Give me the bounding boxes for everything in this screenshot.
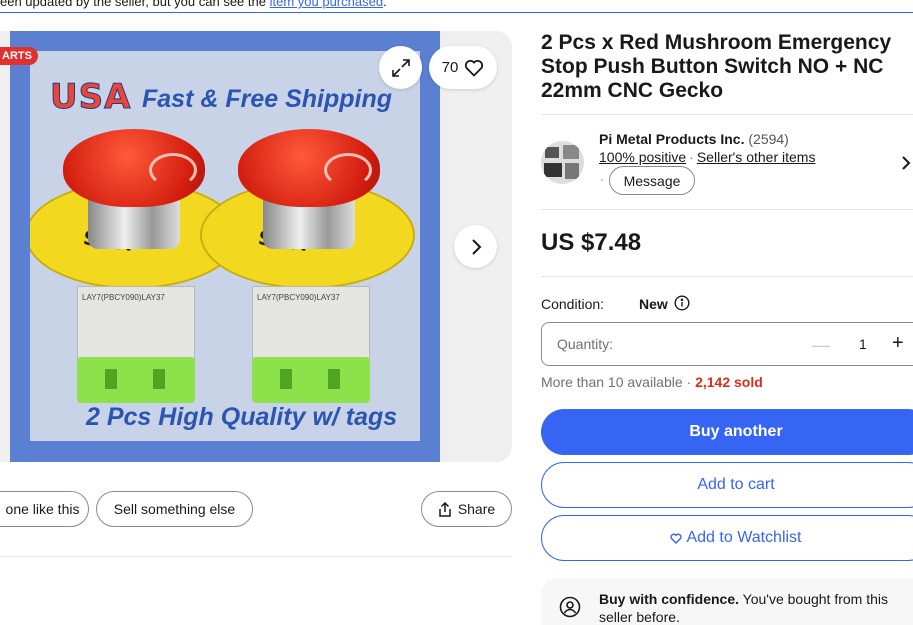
notice-text: een updated by the seller, but you can s… xyxy=(0,0,270,9)
notice-tail: . xyxy=(383,0,387,9)
switch-body-label: LAY7(PBCY090)LAY37 xyxy=(82,293,165,302)
expand-icon xyxy=(391,58,410,77)
notice-divider xyxy=(0,12,913,13)
watch-count: 70 xyxy=(441,59,459,76)
info-icon[interactable] xyxy=(674,295,690,311)
seller-divider xyxy=(541,209,913,210)
price-divider xyxy=(541,276,913,277)
share-label: Share xyxy=(457,501,496,517)
heart-icon xyxy=(670,533,683,544)
seller-feedback-count: (2594) xyxy=(748,131,789,147)
item-purchased-link[interactable]: item you purchased xyxy=(270,0,383,9)
expand-image-button[interactable] xyxy=(379,46,422,89)
quantity-decrement-button[interactable]: — xyxy=(812,335,830,356)
sell-one-like-this-label: one like this xyxy=(5,501,80,517)
add-to-watchlist-button[interactable]: Add to Watchlist xyxy=(541,515,913,561)
sell-one-like-this-button[interactable]: one like this xyxy=(0,491,89,527)
availability-text: More than 10 available · xyxy=(541,374,696,390)
section-divider xyxy=(0,556,512,557)
separator-dot: · xyxy=(600,172,604,186)
seller-links: 100% positive · Seller's other items xyxy=(599,149,816,165)
message-seller-button[interactable]: Message xyxy=(609,166,695,195)
image-gallery: USA Fast & Free Shipping STOP LAY7(PBCY0… xyxy=(0,31,512,462)
quantity-value[interactable]: 1 xyxy=(859,336,867,352)
condition-value: New xyxy=(639,296,668,312)
item-price: US $7.48 xyxy=(541,229,642,256)
sold-count: 2,142 sold xyxy=(695,374,763,390)
add-to-cart-button[interactable]: Add to cart xyxy=(541,462,913,508)
chevron-right-icon[interactable] xyxy=(900,154,912,172)
shipping-banner: Fast & Free Shipping xyxy=(142,85,393,113)
seller-other-items-link[interactable]: Seller's other items xyxy=(697,149,816,165)
buy-with-confidence-panel: Buy with confidence. You've bought from … xyxy=(541,578,913,625)
message-label: Message xyxy=(623,172,681,189)
chevron-right-icon xyxy=(471,238,481,255)
sell-something-else-label: Sell something else xyxy=(113,501,236,517)
main-product-image[interactable]: USA Fast & Free Shipping STOP LAY7(PBCY0… xyxy=(10,31,440,462)
seller-name-row[interactable]: Pi Metal Products Inc. (2594) xyxy=(599,131,789,147)
buy-another-button[interactable]: Buy another xyxy=(541,409,913,455)
seller-positive-link[interactable]: 100% positive xyxy=(599,149,686,165)
watch-count-button[interactable]: 70 xyxy=(429,46,497,89)
usa-banner: USA xyxy=(49,77,132,118)
condition-label: Condition: xyxy=(541,296,605,312)
quantity-label: Quantity: xyxy=(557,336,614,352)
seller-name[interactable]: Pi Metal Products Inc. xyxy=(599,131,744,147)
purchase-notice: een updated by the seller, but you can s… xyxy=(0,0,913,9)
user-check-icon xyxy=(559,596,581,618)
quantity-increment-button[interactable]: + xyxy=(892,332,904,355)
share-icon xyxy=(439,501,451,517)
switch-body-label: LAY7(PBCY090)LAY37 xyxy=(257,293,340,302)
next-image-button[interactable] xyxy=(454,225,497,268)
image-caption: 2 Pcs High Quality w/ tags xyxy=(86,403,398,431)
switch-illustration: STOP LAY7(PBCY090)LAY37 xyxy=(200,121,415,403)
image-badge: ARTS xyxy=(0,47,38,65)
buy-another-label: Buy another xyxy=(689,423,783,440)
add-to-watchlist-label: Add to Watchlist xyxy=(686,529,802,546)
title-divider xyxy=(541,114,913,115)
sell-something-else-button[interactable]: Sell something else xyxy=(96,491,253,527)
product-photo: USA Fast & Free Shipping STOP LAY7(PBCY0… xyxy=(30,51,420,441)
availability-info: More than 10 available · 2,142 sold xyxy=(541,374,763,390)
seller-avatar[interactable] xyxy=(541,141,584,184)
confidence-text: Buy with confidence. You've bought from … xyxy=(599,590,889,625)
confidence-title: Buy with confidence. xyxy=(599,591,740,607)
add-to-cart-label: Add to cart xyxy=(697,476,775,493)
quantity-stepper[interactable]: Quantity: — 1 + xyxy=(541,322,913,366)
listing-title: 2 Pcs x Red Mushroom Emergency Stop Push… xyxy=(541,31,892,102)
heart-icon xyxy=(465,59,484,77)
share-button[interactable]: Share xyxy=(421,491,512,527)
